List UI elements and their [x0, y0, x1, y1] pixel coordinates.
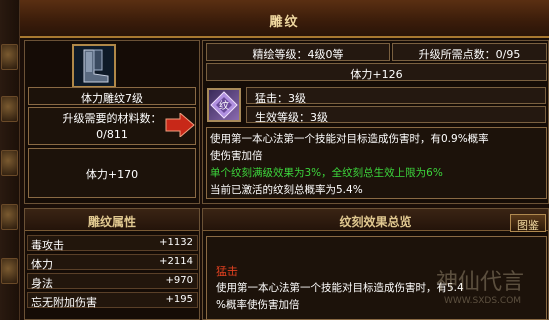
attribute-value: +2114: [159, 256, 193, 267]
attributes-header: 雕纹属性: [25, 209, 199, 231]
side-slot-strip: [0, 0, 20, 320]
effect-title: 猛击: [216, 265, 238, 278]
side-slot[interactable]: [1, 44, 18, 70]
attribute-name: 忘无附加伤害: [31, 296, 97, 309]
watermark-url: WWW.SXDS.COM: [444, 296, 522, 306]
gem-attack: 猛击：3级: [255, 92, 306, 105]
upgrade-points: 升级所需点数：0/95: [418, 48, 521, 61]
side-slot[interactable]: [1, 204, 18, 230]
gem-effect-level-box: 生效等级：3级: [246, 106, 546, 124]
item-name-box: 体力雕纹7级: [28, 87, 196, 105]
item-stat: 体力+170: [85, 168, 139, 181]
attribute-value: +195: [165, 294, 193, 305]
gem-attack-box: 猛击：3级: [246, 87, 546, 105]
title-bar: 雕纹: [20, 0, 549, 38]
attribute-row: 身法 +970: [27, 273, 198, 290]
description-box: 使用第一本心法第一个技能对目标造成伤害时，有0.9%概率 使伤害加倍 单个纹刻满…: [206, 127, 547, 199]
description-line: 使伤害加倍: [210, 150, 263, 162]
arrow-right-icon: [164, 111, 196, 139]
attribute-row: 体力 +2114: [27, 254, 198, 271]
attribute-row: 毒攻击 +1132: [27, 235, 198, 252]
side-slot[interactable]: [1, 150, 18, 176]
effect-line: %概率使伤害加倍: [216, 299, 300, 311]
gem-effect-level: 生效等级：3级: [255, 111, 328, 124]
attribute-name: 身法: [31, 277, 53, 290]
upgrade-points-box: 升级所需点数：0/95: [392, 43, 547, 61]
side-slot[interactable]: [1, 96, 18, 122]
attribute-row: 忘无附加伤害 +195: [27, 292, 198, 309]
engraving-window: 雕纹 体力雕纹7级 升级需要的材料数： 0/811 体力+170 精绘等级：4级…: [0, 0, 549, 320]
engraving-gem-icon[interactable]: 纹: [207, 88, 241, 122]
svg-text:纹: 纹: [219, 99, 229, 112]
window-title: 雕纹: [269, 15, 300, 30]
item-name: 体力雕纹7级: [81, 92, 143, 105]
watermark-text: 神仙代言: [436, 270, 525, 295]
description-line: 当前已激活的纹刻总概率为5.4%: [210, 184, 363, 196]
stat-bonus-box: 体力+126: [206, 63, 547, 81]
site-watermark: 神仙代言 WWW.SXDS.COM: [392, 262, 542, 320]
side-slot[interactable]: [1, 258, 18, 284]
catalog-button[interactable]: 图鉴: [510, 214, 546, 232]
stat-bonus: 体力+126: [350, 68, 403, 81]
boots-icon[interactable]: [72, 44, 116, 88]
effects-header: 纹刻效果总览: [203, 209, 548, 231]
attribute-name: 毒攻击: [31, 239, 64, 252]
attribute-value: +970: [165, 275, 193, 286]
description-line: 单个纹刻满级效果为3%，全纹刻总生效上限为6%: [210, 167, 443, 179]
description-line: 使用第一本心法第一个技能对目标造成伤害时，有0.9%概率: [210, 133, 489, 145]
attribute-name: 体力: [31, 258, 53, 271]
item-stat-box: 体力+170: [28, 148, 196, 198]
refine-level-box: 精绘等级：4级0等: [206, 43, 390, 61]
attribute-value: +1132: [159, 237, 193, 248]
refine-level: 精绘等级：4级0等: [252, 48, 344, 61]
